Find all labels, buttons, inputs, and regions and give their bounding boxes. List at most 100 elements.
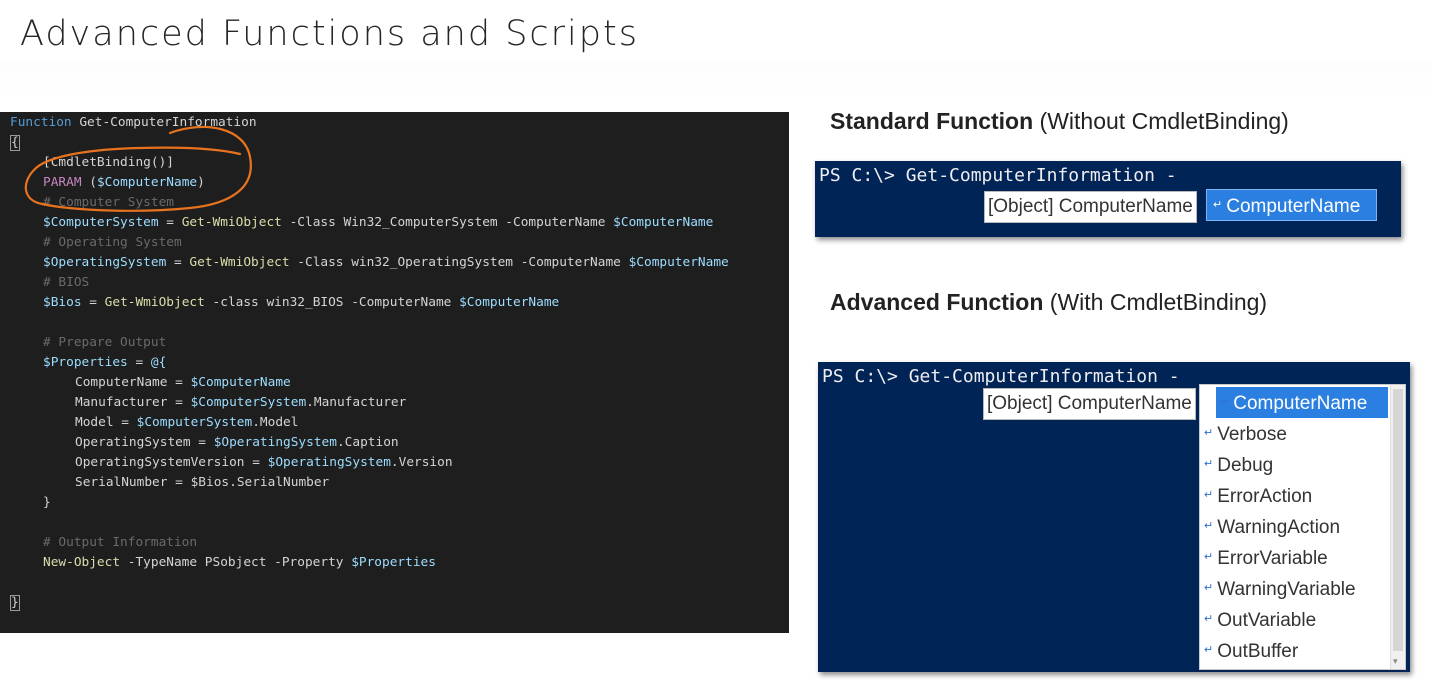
completion-item-erroraction[interactable]: ↵ ErrorAction xyxy=(1200,480,1312,511)
comment-computer-system: # Computer System xyxy=(43,195,174,210)
scroll-down-icon[interactable]: ▾ xyxy=(1393,656,1398,667)
args: -Class Win32_ComputerSystem -ComputerNam… xyxy=(281,215,614,230)
function-name: Get-ComputerInformation xyxy=(71,115,257,130)
cmdlet: Get-WmiObject xyxy=(104,295,205,310)
var-properties: $Properties xyxy=(43,355,128,370)
advanced-heading-bold: Advanced Function xyxy=(830,289,1044,315)
prop-key: SerialNumber = xyxy=(75,475,191,490)
advanced-heading-rest: (With CmdletBinding) xyxy=(1043,289,1268,315)
standard-heading-rest: (Without CmdletBinding) xyxy=(1033,108,1289,134)
prop-var: $Bios xyxy=(190,475,230,490)
cmdlet: Get-WmiObject xyxy=(189,255,290,270)
param-var: $ComputerName xyxy=(96,175,198,190)
prop-member: .SerialNumber xyxy=(229,475,330,490)
param-icon: ↵ xyxy=(1204,489,1214,501)
code-line-newobject: New-Object -TypeName PSobject -Property … xyxy=(43,553,436,573)
args: -class win32_BIOS -ComputerName xyxy=(204,295,460,310)
assign: = xyxy=(158,215,182,230)
slide-title: Advanced Functions and Scripts xyxy=(20,14,639,54)
completion-label: ErrorAction xyxy=(1217,486,1313,507)
prop-serialnumber: SerialNumber = $Bios.SerialNumber xyxy=(75,473,329,493)
param-open: ( xyxy=(81,175,97,190)
var-computername: $ComputerName xyxy=(628,255,729,270)
open-brace: { xyxy=(10,135,20,151)
var-computername: $ComputerName xyxy=(613,215,714,230)
prop-osversion: OperatingSystemVersion = $OperatingSyste… xyxy=(75,453,453,473)
comment-prepare-output: # Prepare Output xyxy=(43,335,167,350)
code-line-2: { xyxy=(10,133,20,153)
prop-var: $OperatingSystem xyxy=(213,435,337,450)
standard-tooltip: [Object] ComputerName xyxy=(984,191,1197,223)
advanced-heading: Advanced Function (With CmdletBinding) xyxy=(830,289,1267,316)
standard-console[interactable]: PS C:\> Get-ComputerInformation - [Objec… xyxy=(815,161,1401,237)
code-line-computersystem: $ComputerSystem = Get-WmiObject -Class W… xyxy=(43,213,713,233)
completion-label: WarningVariable xyxy=(1217,579,1356,600)
standard-prompt: PS C:\> Get-ComputerInformation - xyxy=(819,165,1177,186)
var-bios: $Bios xyxy=(43,295,82,310)
prop-member: .Version xyxy=(390,455,453,470)
prop-var: $ComputerName xyxy=(190,375,291,390)
code-line-operatingsystem: $OperatingSystem = Get-WmiObject -Class … xyxy=(43,253,729,273)
completion-item-computername[interactable]: ↵ ComputerName xyxy=(1216,387,1388,418)
completion-item-warningvariable[interactable]: ↵ WarningVariable xyxy=(1200,573,1356,604)
param-icon: ↵ xyxy=(1204,582,1214,594)
advanced-prompt: PS C:\> Get-ComputerInformation - xyxy=(822,366,1180,387)
completion-list[interactable]: ↵ ComputerName ↵ Verbose ↵ Debug ↵ ErrorActi… xyxy=(1199,384,1406,670)
prop-var: $ComputerSystem xyxy=(190,395,307,410)
param-icon: ↵ xyxy=(1220,396,1230,408)
completion-scrollbar[interactable]: ▾ xyxy=(1390,385,1405,669)
completion-label: OutVariable xyxy=(1217,610,1317,631)
completion-label: OutBuffer xyxy=(1217,641,1299,662)
cmdletbinding-attr: [CmdletBinding()] xyxy=(43,155,174,170)
code-editor[interactable]: Function Get-ComputerInformation { [Cmdl… xyxy=(0,112,789,633)
code-line-properties: $Properties = @{ xyxy=(43,353,166,373)
param-icon: ↵ xyxy=(1204,520,1214,532)
code-line-bios: $Bios = Get-WmiObject -class win32_BIOS … xyxy=(43,293,559,313)
completion-label: Verbose xyxy=(1217,424,1287,445)
hashtable-close: } xyxy=(43,495,51,510)
param-keyword: PARAM xyxy=(43,175,82,190)
completion-item-warningaction[interactable]: ↵ WarningAction xyxy=(1200,511,1340,542)
completion-item-outbuffer[interactable]: ↵ OutBuffer xyxy=(1200,635,1298,666)
scroll-thumb[interactable] xyxy=(1393,389,1403,651)
prop-var: $OperatingSystem xyxy=(267,455,391,470)
prop-member: .Manufacturer xyxy=(306,395,407,410)
code-line-cmdletbinding: [CmdletBinding()] xyxy=(43,153,174,173)
advanced-console[interactable]: PS C:\> Get-ComputerInformation - [Objec… xyxy=(818,362,1410,672)
assign: = xyxy=(81,295,105,310)
completion-item-verbose[interactable]: ↵ Verbose xyxy=(1200,418,1287,449)
code-line-close: } xyxy=(10,593,20,613)
comment-bios: # BIOS xyxy=(43,275,90,290)
completion-item-debug[interactable]: ↵ Debug xyxy=(1200,449,1273,480)
completion-item-errorvariable[interactable]: ↵ ErrorVariable xyxy=(1200,542,1328,573)
hashtable-open: @{ xyxy=(150,355,167,370)
var-computersystem: $ComputerSystem xyxy=(43,215,159,230)
keyword-function: Function xyxy=(10,115,72,130)
prop-model: Model = $ComputerSystem.Model xyxy=(75,413,298,433)
assign: = xyxy=(166,255,190,270)
var-properties: $Properties xyxy=(351,555,436,570)
completion-label: ComputerName xyxy=(1233,393,1368,414)
completion-item-outvariable[interactable]: ↵ OutVariable xyxy=(1200,604,1316,635)
prop-member: .Caption xyxy=(336,435,399,450)
param-icon: ↵ xyxy=(1204,427,1214,439)
code-line-param: PARAM ($ComputerName) xyxy=(43,173,205,193)
comment-output-information: # Output Information xyxy=(43,535,198,550)
assign: = xyxy=(127,355,151,370)
args: -Class win32_OperatingSystem -ComputerNa… xyxy=(289,255,629,270)
cmdlet: New-Object xyxy=(43,555,121,570)
prop-key: ComputerName = xyxy=(75,375,191,390)
prop-key: Manufacturer = xyxy=(75,395,191,410)
comment-operating-system: # Operating System xyxy=(43,235,182,250)
standard-completion-item[interactable]: ↵ ComputerName xyxy=(1206,189,1377,221)
advanced-tooltip: [Object] ComputerName xyxy=(983,388,1196,420)
prop-key: Model = xyxy=(75,415,137,430)
completion-label: Debug xyxy=(1217,455,1274,476)
prop-var: $ComputerSystem xyxy=(136,415,253,430)
prop-key: OperatingSystemVersion = xyxy=(75,455,268,470)
var-computername: $ComputerName xyxy=(459,295,560,310)
completion-label: WarningAction xyxy=(1217,517,1341,538)
cmdlet: Get-WmiObject xyxy=(181,215,282,230)
prop-manufacturer: Manufacturer = $ComputerSystem.Manufactu… xyxy=(75,393,406,413)
completion-label: ErrorVariable xyxy=(1217,548,1328,569)
